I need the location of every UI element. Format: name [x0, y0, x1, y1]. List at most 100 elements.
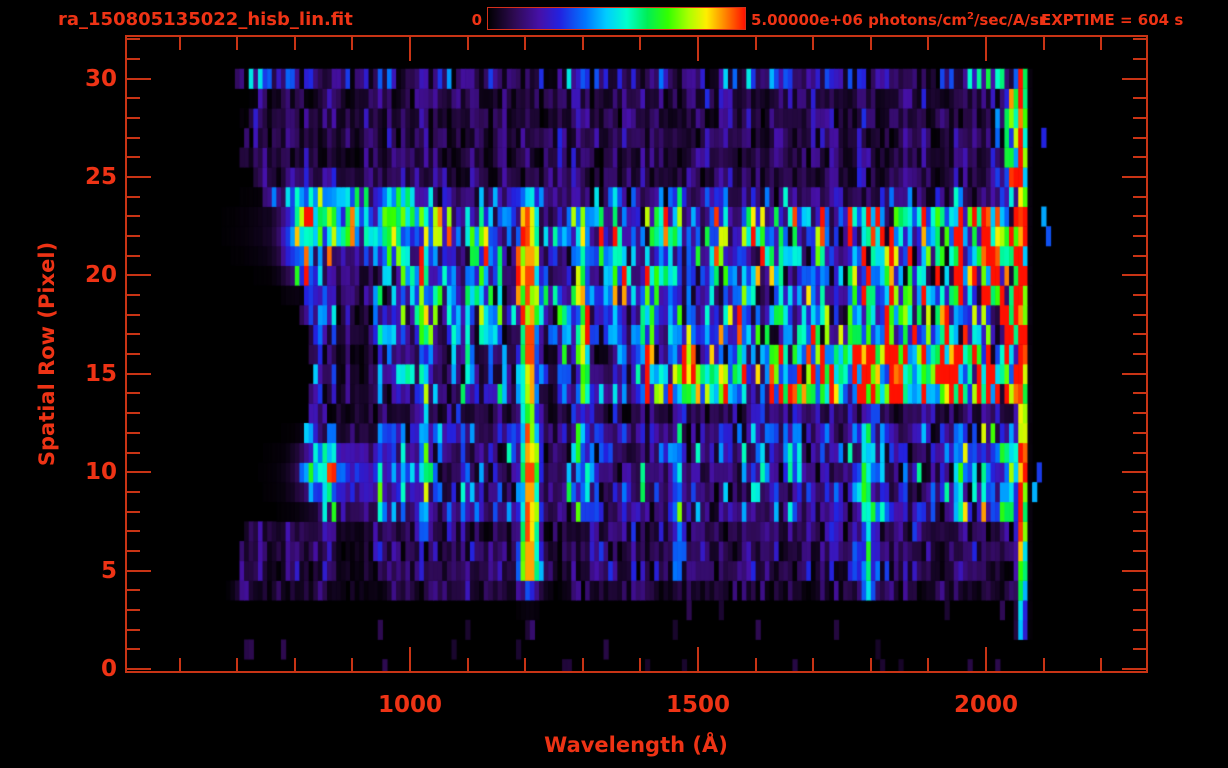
tick-mark	[1133, 353, 1146, 355]
tick-mark	[697, 37, 699, 61]
tick-mark	[409, 647, 411, 671]
tick-mark	[1133, 38, 1146, 40]
y-tick-label: 10	[84, 459, 117, 486]
tick-mark	[127, 117, 140, 119]
tick-mark	[1122, 176, 1146, 178]
colorbar-gradient	[487, 7, 746, 30]
tick-mark	[812, 37, 814, 50]
tick-mark	[812, 658, 814, 671]
tick-mark	[127, 609, 140, 611]
screen: { "header": { "title": "ra_150805135022_…	[0, 0, 1228, 768]
tick-mark	[127, 373, 151, 375]
tick-mark	[1122, 274, 1146, 276]
tick-mark	[127, 78, 151, 80]
tick-mark	[927, 658, 929, 671]
tick-mark	[1133, 648, 1146, 650]
tick-mark	[1133, 530, 1146, 532]
y-tick-label: 20	[84, 262, 117, 289]
tick-mark	[1133, 97, 1146, 99]
plot-title: ra_150805135022_hisb_lin.fit	[58, 9, 353, 30]
tick-mark	[1043, 37, 1045, 50]
tick-mark	[127, 176, 151, 178]
tick-mark	[1122, 570, 1146, 572]
tick-mark	[1133, 235, 1146, 237]
tick-mark	[1100, 658, 1102, 671]
tick-mark	[985, 37, 987, 61]
x-tick-label: 1000	[377, 692, 443, 718]
tick-mark	[1122, 471, 1146, 473]
tick-mark	[127, 333, 140, 335]
tick-mark	[236, 658, 238, 671]
tick-mark	[127, 58, 140, 60]
tick-mark	[755, 37, 757, 50]
tick-mark	[1133, 58, 1146, 60]
tick-mark	[1133, 156, 1146, 158]
tick-mark	[127, 648, 140, 650]
tick-mark	[127, 314, 140, 316]
tick-mark	[1133, 294, 1146, 296]
tick-mark	[294, 37, 296, 50]
tick-mark	[179, 658, 181, 671]
spectrogram-heatmap	[127, 37, 1146, 671]
tick-mark	[127, 353, 140, 355]
tick-mark	[127, 235, 140, 237]
tick-mark	[1133, 609, 1146, 611]
tick-mark	[1133, 412, 1146, 414]
tick-mark	[127, 550, 140, 552]
colorbar-max-label: 5.00000e+06 photons/cm2/sec/A/sr	[751, 11, 1046, 29]
tick-mark	[1133, 314, 1146, 316]
tick-mark	[1100, 37, 1102, 50]
tick-mark	[127, 432, 140, 434]
tick-mark	[127, 412, 140, 414]
tick-mark	[1133, 255, 1146, 257]
tick-mark	[127, 38, 140, 40]
tick-mark	[294, 658, 296, 671]
tick-mark	[1122, 78, 1146, 80]
tick-mark	[524, 37, 526, 50]
tick-mark	[127, 97, 140, 99]
tick-mark	[409, 37, 411, 61]
tick-mark	[127, 196, 140, 198]
x-tick-label: 2000	[953, 692, 1019, 718]
tick-mark	[127, 530, 140, 532]
tick-mark	[127, 511, 140, 513]
tick-mark	[1122, 668, 1146, 670]
tick-mark	[127, 668, 151, 670]
y-tick-label: 25	[84, 164, 117, 190]
tick-mark	[127, 215, 140, 217]
tick-mark	[179, 37, 181, 50]
tick-mark	[127, 629, 140, 631]
tick-mark	[127, 452, 140, 454]
flux-value: 5.00000e+06 photons/cm	[751, 11, 967, 29]
exptime-label: EXPTIME = 604 s	[1041, 11, 1184, 29]
tick-mark	[1133, 392, 1146, 394]
tick-mark	[1133, 117, 1146, 119]
tick-mark	[1133, 550, 1146, 552]
tick-mark	[582, 658, 584, 671]
tick-mark	[127, 156, 140, 158]
tick-mark	[524, 658, 526, 671]
tick-mark	[639, 37, 641, 50]
y-tick-label: 30	[84, 65, 117, 92]
tick-mark	[127, 392, 140, 394]
tick-mark	[582, 37, 584, 50]
tick-mark	[236, 37, 238, 50]
tick-mark	[127, 274, 151, 276]
tick-mark	[127, 491, 140, 493]
tick-mark	[1133, 629, 1146, 631]
tick-mark	[127, 471, 151, 473]
tick-mark	[1043, 658, 1045, 671]
flux-superscript: 2	[966, 11, 974, 22]
tick-mark	[127, 294, 140, 296]
tick-mark	[755, 658, 757, 671]
tick-mark	[870, 658, 872, 671]
tick-mark	[1133, 196, 1146, 198]
tick-mark	[1133, 511, 1146, 513]
tick-mark	[1133, 333, 1146, 335]
tick-mark	[639, 658, 641, 671]
tick-mark	[351, 658, 353, 671]
y-tick-label: 5	[100, 557, 117, 584]
x-axis-label: Wavelength (Å)	[544, 733, 728, 757]
tick-mark	[985, 647, 987, 671]
x-tick-label: 1500	[665, 692, 731, 718]
